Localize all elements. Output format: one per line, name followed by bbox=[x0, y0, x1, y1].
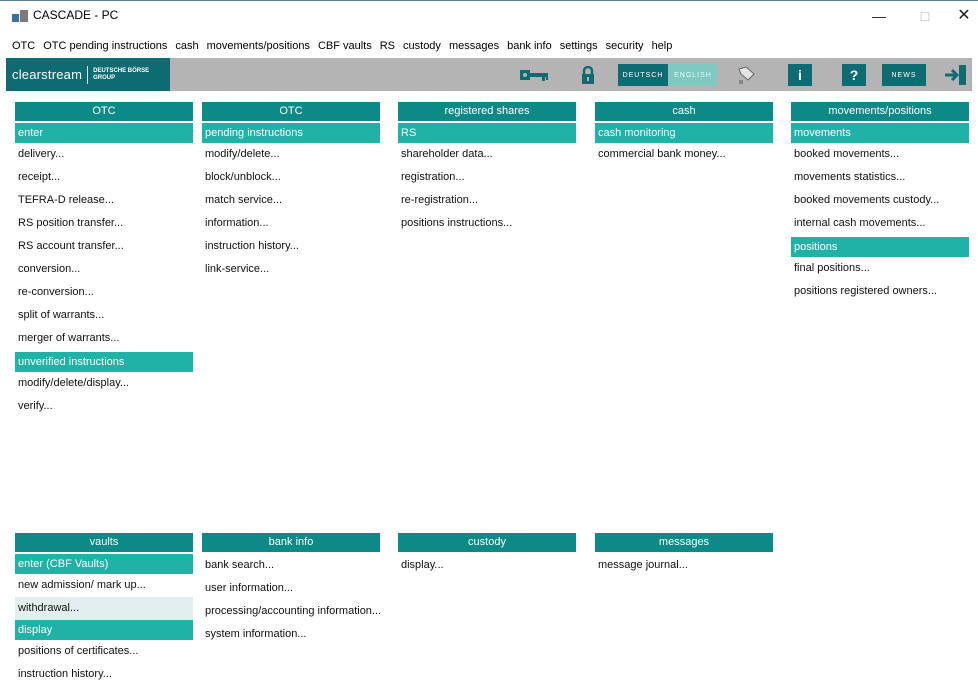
menu-item-information[interactable]: information... bbox=[202, 212, 380, 235]
column-registered-shares: registered shares RS shareholder data...… bbox=[398, 102, 576, 235]
menu-item-message-journal[interactable]: message journal... bbox=[595, 554, 773, 577]
menu-bar: OTC OTC pending instructions cash moveme… bbox=[0, 36, 978, 56]
column-header: messages bbox=[595, 533, 773, 552]
app-icon bbox=[12, 10, 28, 22]
menu-item-system-information[interactable]: system information... bbox=[202, 623, 380, 646]
section-movements: movements bbox=[791, 123, 969, 143]
column-bank-info: bank info bank search... user informatio… bbox=[202, 533, 381, 646]
column-custody: custody display... bbox=[398, 533, 576, 577]
section-enter-cbf-vaults: enter (CBF Vaults) bbox=[15, 554, 193, 574]
section-rs: RS bbox=[398, 123, 576, 143]
menu-item-new-admission[interactable]: new admission/ mark up... bbox=[15, 574, 193, 597]
key-icon[interactable] bbox=[518, 62, 552, 88]
column-vaults: vaults enter (CBF Vaults) new admission/… bbox=[15, 533, 193, 686]
menu-messages[interactable]: messages bbox=[449, 40, 499, 52]
section-display: display bbox=[15, 620, 193, 640]
english-button[interactable]: ENGLISH bbox=[669, 64, 717, 86]
menu-item-merger-of-warrants[interactable]: merger of warrants... bbox=[15, 327, 193, 350]
column-header: bank info bbox=[202, 533, 380, 552]
lock-icon[interactable] bbox=[576, 62, 600, 88]
menu-item-positions-registered-owners[interactable]: positions registered owners... bbox=[791, 280, 969, 303]
minimize-button[interactable]: — bbox=[864, 5, 894, 27]
menu-item-modify-delete[interactable]: modify/delete... bbox=[202, 143, 380, 166]
menu-item-vault-instruction-history[interactable]: instruction history... bbox=[15, 663, 193, 686]
column-header: vaults bbox=[15, 533, 193, 552]
clearstream-logo: clearstream DEUTSCHE BÖRSE GROUP bbox=[6, 58, 170, 91]
window-title: CASCADE - PC bbox=[33, 8, 119, 22]
menu-item-movements-statistics[interactable]: movements statistics... bbox=[791, 166, 969, 189]
column-cash: cash cash monitoring commercial bank mon… bbox=[595, 102, 773, 166]
menu-item-final-positions[interactable]: final positions... bbox=[791, 257, 969, 280]
menu-item-delivery[interactable]: delivery... bbox=[15, 143, 193, 166]
menu-cash[interactable]: cash bbox=[175, 40, 198, 52]
menu-item-commercial-bank-money[interactable]: commercial bank money... bbox=[595, 143, 773, 166]
title-bar: CASCADE - PC — □ ✕ bbox=[0, 0, 978, 30]
pointer-icon[interactable] bbox=[734, 62, 760, 88]
close-button[interactable]: ✕ bbox=[949, 5, 978, 27]
news-button[interactable]: NEWS bbox=[882, 64, 926, 86]
section-positions: positions bbox=[791, 237, 969, 257]
menu-settings[interactable]: settings bbox=[560, 40, 598, 52]
section-cash-monitoring: cash monitoring bbox=[595, 123, 773, 143]
menu-item-withdrawal[interactable]: withdrawal... bbox=[15, 597, 193, 620]
column-otc-pending: OTC pending instructions modify/delete..… bbox=[202, 102, 380, 281]
menu-otc[interactable]: OTC bbox=[12, 40, 35, 52]
menu-item-conversion[interactable]: conversion... bbox=[15, 258, 193, 281]
menu-item-processing-accounting-information[interactable]: processing/accounting information... bbox=[202, 600, 381, 623]
help-icon[interactable]: ? bbox=[842, 64, 866, 86]
menu-item-modify-delete-display[interactable]: modify/delete/display... bbox=[15, 372, 193, 395]
section-unverified-instructions: unverified instructions bbox=[15, 352, 193, 372]
menu-item-booked-movements[interactable]: booked movements... bbox=[791, 143, 969, 166]
column-messages: messages message journal... bbox=[595, 533, 773, 577]
menu-otc-pending[interactable]: OTC pending instructions bbox=[43, 40, 167, 52]
menu-item-receipt[interactable]: receipt... bbox=[15, 166, 193, 189]
toolbar: clearstream DEUTSCHE BÖRSE GROUP DEUTSCH … bbox=[6, 58, 972, 91]
menu-item-positions-of-certificates[interactable]: positions of certificates... bbox=[15, 640, 193, 663]
menu-cbf-vaults[interactable]: CBF vaults bbox=[318, 40, 372, 52]
column-movements-positions: movements/positions movements booked mov… bbox=[791, 102, 969, 303]
section-enter: enter bbox=[15, 123, 193, 143]
menu-item-bank-search[interactable]: bank search... bbox=[202, 554, 380, 577]
menu-item-user-information[interactable]: user information... bbox=[202, 577, 380, 600]
menu-item-custody-display[interactable]: display... bbox=[398, 554, 576, 577]
menu-item-re-conversion[interactable]: re-conversion... bbox=[15, 281, 193, 304]
menu-security[interactable]: security bbox=[606, 40, 644, 52]
column-otc: OTC enter delivery... receipt... TEFRA-D… bbox=[15, 102, 193, 418]
menu-item-registration[interactable]: registration... bbox=[398, 166, 576, 189]
menu-item-instruction-history[interactable]: instruction history... bbox=[202, 235, 380, 258]
menu-item-match-service[interactable]: match service... bbox=[202, 189, 380, 212]
menu-item-internal-cash-movements[interactable]: internal cash movements... bbox=[791, 212, 969, 235]
menu-item-split-of-warrants[interactable]: split of warrants... bbox=[15, 304, 193, 327]
column-header: movements/positions bbox=[791, 102, 969, 121]
menu-help[interactable]: help bbox=[652, 40, 673, 52]
exit-icon[interactable] bbox=[940, 62, 970, 88]
menu-item-verify[interactable]: verify... bbox=[15, 395, 193, 418]
column-header: registered shares bbox=[398, 102, 576, 121]
column-header: custody bbox=[398, 533, 576, 552]
deutsch-button[interactable]: DEUTSCH bbox=[618, 64, 668, 86]
column-header: OTC bbox=[15, 102, 193, 121]
menu-custody[interactable]: custody bbox=[403, 40, 441, 52]
section-pending-instructions: pending instructions bbox=[202, 123, 380, 143]
menu-item-tefra-d-release[interactable]: TEFRA-D release... bbox=[15, 189, 193, 212]
menu-item-shareholder-data[interactable]: shareholder data... bbox=[398, 143, 576, 166]
menu-item-link-service[interactable]: link-service... bbox=[202, 258, 380, 281]
menu-movements-positions[interactable]: movements/positions bbox=[207, 40, 310, 52]
menu-rs[interactable]: RS bbox=[380, 40, 395, 52]
info-icon[interactable]: i bbox=[788, 64, 812, 86]
menu-item-rs-account-transfer[interactable]: RS account transfer... bbox=[15, 235, 193, 258]
menu-item-rs-position-transfer[interactable]: RS position transfer... bbox=[15, 212, 193, 235]
column-header: cash bbox=[595, 102, 773, 121]
menu-item-booked-movements-custody[interactable]: booked movements custody... bbox=[791, 189, 969, 212]
maximize-button[interactable]: □ bbox=[910, 5, 940, 27]
column-header: OTC bbox=[202, 102, 380, 121]
menu-item-positions-instructions[interactable]: positions instructions... bbox=[398, 212, 576, 235]
menu-item-re-registration[interactable]: re-registration... bbox=[398, 189, 576, 212]
menu-item-block-unblock[interactable]: block/unblock... bbox=[202, 166, 380, 189]
menu-bank-info[interactable]: bank info bbox=[507, 40, 552, 52]
